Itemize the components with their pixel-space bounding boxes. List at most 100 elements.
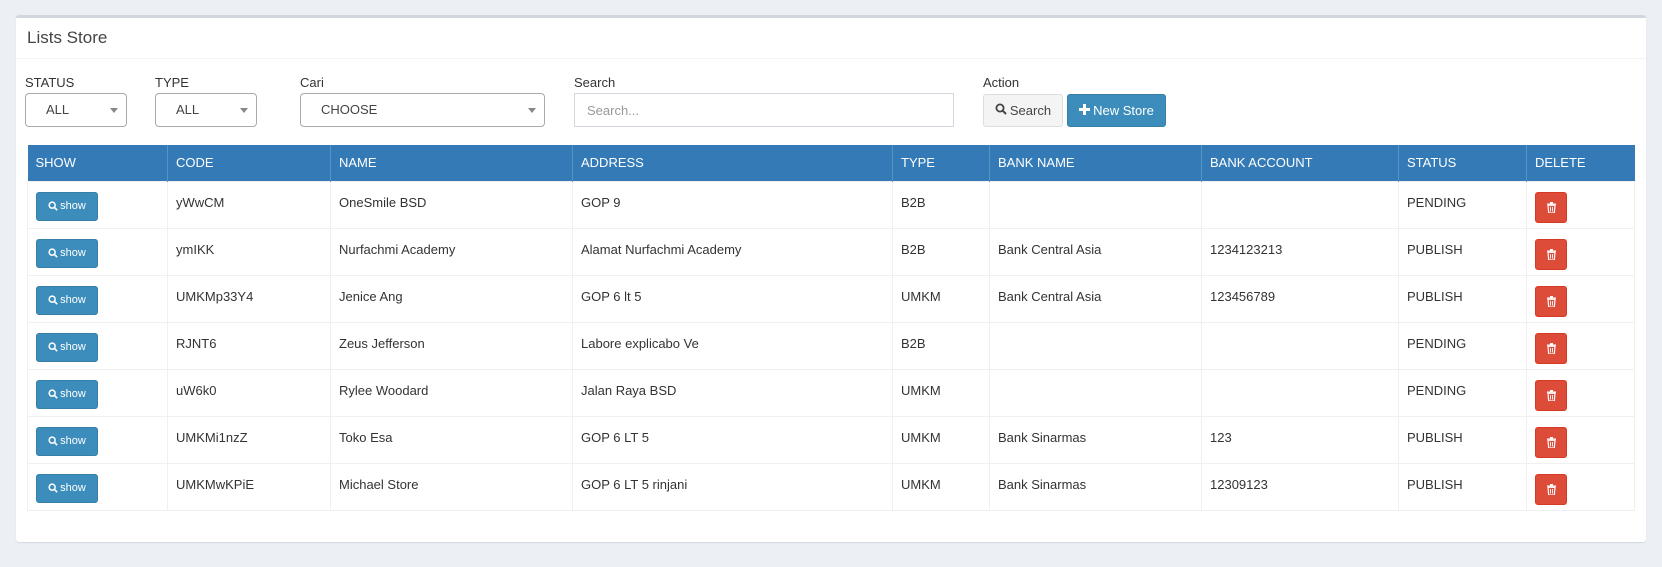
cell-name: Rylee Woodard: [330, 368, 573, 417]
cell-show: show: [27, 415, 168, 464]
show-button-label: show: [60, 246, 86, 259]
cell-bank-account: [1201, 321, 1399, 370]
cell-bank-name: Bank Sinarmas: [989, 415, 1202, 464]
column-header-code[interactable]: CODE: [167, 145, 331, 181]
type-filter-label: TYPE: [155, 75, 189, 90]
trash-icon: [1547, 248, 1556, 260]
delete-button[interactable]: [1535, 379, 1567, 411]
show-button[interactable]: show: [36, 426, 98, 456]
delete-button[interactable]: [1535, 285, 1567, 317]
cell-status: PENDING: [1398, 368, 1527, 417]
show-button[interactable]: show: [36, 332, 98, 362]
chevron-down-icon: [240, 108, 248, 113]
cell-address: Alamat Nurfachmi Academy: [572, 227, 893, 276]
column-header-type[interactable]: TYPE: [892, 145, 990, 181]
cell-name: Toko Esa: [330, 415, 573, 464]
column-header-address[interactable]: ADDRESS: [572, 145, 893, 181]
cell-code: uW6k0: [167, 368, 331, 417]
cell-address: Labore explicabo Ve: [572, 321, 893, 370]
column-header-status[interactable]: STATUS: [1398, 145, 1527, 181]
header-divider: [16, 58, 1646, 59]
show-button[interactable]: show: [36, 191, 98, 221]
column-header-bank-name[interactable]: BANK NAME: [989, 145, 1202, 181]
cell-delete: [1526, 368, 1635, 417]
cari-select[interactable]: CHOOSE: [300, 93, 545, 127]
cell-delete: [1526, 321, 1635, 370]
type-select[interactable]: ALL: [155, 93, 257, 127]
cell-status: PENDING: [1398, 180, 1527, 229]
new-store-button-label: New Store: [1093, 103, 1154, 118]
new-store-button[interactable]: New Store: [1067, 94, 1166, 127]
cell-show: show: [27, 368, 168, 417]
cell-status: PUBLISH: [1398, 415, 1527, 464]
cell-delete: [1526, 180, 1635, 229]
cell-name: Zeus Jefferson: [330, 321, 573, 370]
cell-show: show: [27, 462, 168, 511]
table-row: show UMKMwKPiE Michael Store GOP 6 LT 5 rin…: [27, 462, 1635, 511]
box-title: Lists Store: [27, 28, 108, 47]
table-header-row: SHOW CODE NAME ADDRESS TYPE BANK NAME BA…: [27, 145, 1635, 181]
delete-button[interactable]: [1535, 332, 1567, 364]
cell-type: B2B: [892, 321, 990, 370]
show-button[interactable]: show: [36, 473, 98, 503]
search-icon: [48, 200, 58, 211]
show-button[interactable]: show: [36, 238, 98, 268]
cell-status: PUBLISH: [1398, 462, 1527, 511]
search-icon: [48, 482, 58, 493]
plus-icon: [1079, 104, 1091, 115]
cell-delete: [1526, 227, 1635, 276]
action-label: Action: [983, 75, 1020, 90]
delete-button[interactable]: [1535, 473, 1567, 505]
column-header-delete[interactable]: DELETE: [1526, 145, 1635, 181]
cell-code: yWwCM: [167, 180, 331, 229]
delete-button[interactable]: [1535, 426, 1567, 458]
cell-name: Michael Store: [330, 462, 573, 511]
table-row: show yWwCM OneSmile BSD GOP 9 B2B PENDING: [27, 180, 1635, 229]
cell-code: RJNT6: [167, 321, 331, 370]
chevron-down-icon: [528, 108, 536, 113]
delete-button[interactable]: [1535, 191, 1567, 223]
cell-bank-name: Bank Sinarmas: [989, 462, 1202, 511]
search-input[interactable]: [574, 93, 954, 127]
cell-address: GOP 9: [572, 180, 893, 229]
cell-name: Jenice Ang: [330, 274, 573, 323]
search-icon: [995, 103, 1007, 115]
cell-delete: [1526, 462, 1635, 511]
status-select[interactable]: ALL: [25, 93, 127, 127]
cell-show: show: [27, 274, 168, 323]
store-list-box: Lists Store STATUS ALL TYPE ALL Cari CHO…: [16, 15, 1646, 542]
cell-bank-account: 123456789: [1201, 274, 1399, 323]
search-icon: [48, 435, 58, 446]
cell-code: UMKMi1nzZ: [167, 415, 331, 464]
show-button[interactable]: show: [36, 379, 98, 409]
trash-icon: [1547, 436, 1556, 448]
cell-delete: [1526, 415, 1635, 464]
column-header-bank-account[interactable]: BANK ACCOUNT: [1201, 145, 1399, 181]
delete-button[interactable]: [1535, 238, 1567, 270]
column-header-name[interactable]: NAME: [330, 145, 573, 181]
cell-bank-name: [989, 368, 1202, 417]
cell-bank-account: 123: [1201, 415, 1399, 464]
column-header-show[interactable]: SHOW: [27, 145, 168, 181]
chevron-down-icon: [110, 108, 118, 113]
cell-address: GOP 6 LT 5 rinjani: [572, 462, 893, 511]
cell-show: show: [27, 180, 168, 229]
cari-select-value: CHOOSE: [321, 102, 378, 117]
cell-type: UMKM: [892, 415, 990, 464]
show-button[interactable]: show: [36, 285, 98, 315]
cell-type: B2B: [892, 227, 990, 276]
cell-status: PUBLISH: [1398, 274, 1527, 323]
search-button[interactable]: Search: [983, 94, 1063, 127]
search-icon: [48, 341, 58, 352]
cell-name: Nurfachmi Academy: [330, 227, 573, 276]
cell-bank-account: 1234123213: [1201, 227, 1399, 276]
cell-show: show: [27, 321, 168, 370]
table-row: show uW6k0 Rylee Woodard Jalan Raya BSD UMKM…: [27, 368, 1635, 417]
trash-icon: [1547, 342, 1556, 354]
cell-delete: [1526, 274, 1635, 323]
cell-bank-account: [1201, 368, 1399, 417]
trash-icon: [1547, 389, 1556, 401]
cell-name: OneSmile BSD: [330, 180, 573, 229]
table-row: show UMKMp33Y4 Jenice Ang GOP 6 lt 5 UMKM Ban…: [27, 274, 1635, 323]
type-select-value: ALL: [176, 102, 200, 117]
